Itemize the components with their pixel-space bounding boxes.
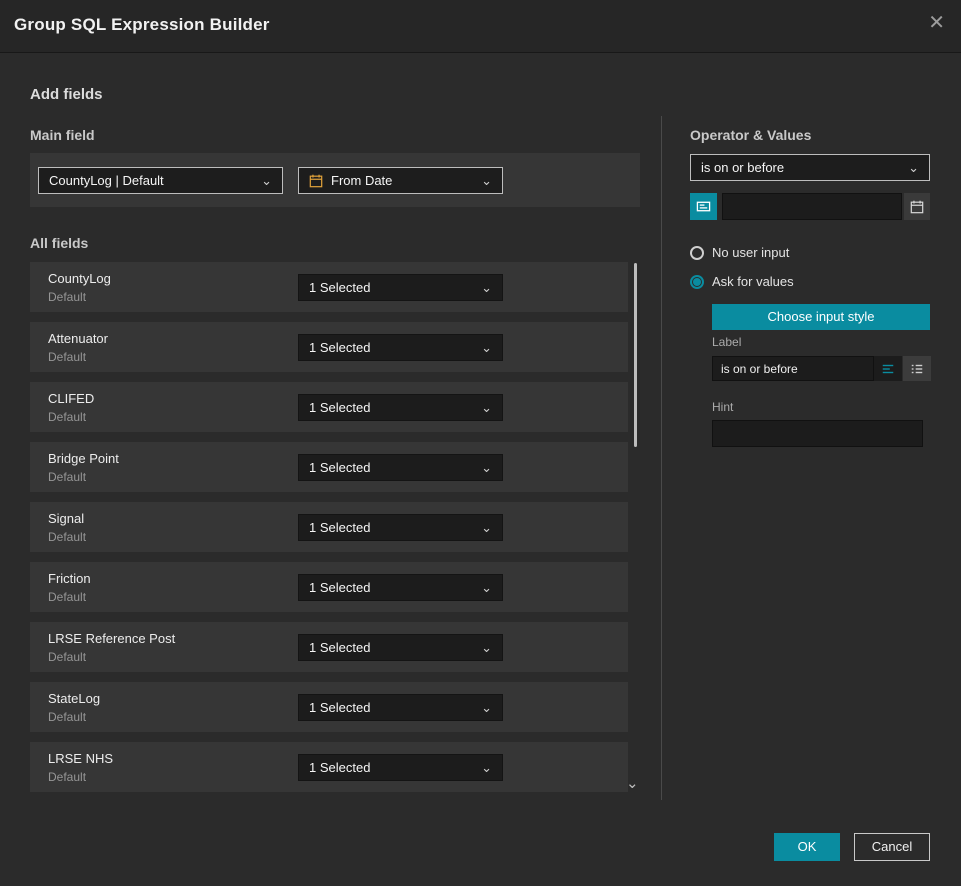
main-layer-dropdown[interactable]: CountyLog | Default ⌄ — [38, 167, 283, 194]
main-field-dropdown[interactable]: From Date ⌄ — [298, 167, 503, 194]
field-selection-dropdown[interactable]: 1 Selected ⌄ — [298, 274, 503, 301]
chevron-down-icon: ⌄ — [473, 341, 492, 354]
radio-checked-icon — [690, 275, 704, 289]
chevron-down-icon: ⌄ — [900, 161, 919, 174]
main-field-panel: CountyLog | Default ⌄ From Date ⌄ — [30, 153, 640, 207]
radio-ask-for-values-label: Ask for values — [712, 274, 794, 289]
field-row: Signal Default 1 Selected ⌄ — [30, 502, 628, 552]
chevron-down-icon: ⌄ — [473, 521, 492, 534]
field-name: Bridge Point — [48, 451, 119, 466]
main-field-dropdown-value: From Date — [331, 173, 392, 188]
field-selection-value: 1 Selected — [309, 340, 370, 355]
field-selection-value: 1 Selected — [309, 700, 370, 715]
align-lines-icon — [881, 362, 895, 376]
calendar-icon — [910, 200, 924, 214]
field-row: StateLog Default 1 Selected ⌄ — [30, 682, 628, 732]
field-sublabel: Default — [48, 350, 86, 364]
hint-input[interactable] — [712, 420, 923, 447]
field-selection-dropdown[interactable]: 1 Selected ⌄ — [298, 694, 503, 721]
calendar-icon — [309, 174, 323, 188]
input-field-icon — [696, 199, 711, 214]
field-sublabel: Default — [48, 710, 86, 724]
field-name: Attenuator — [48, 331, 108, 346]
choose-input-style-button[interactable]: Choose input style — [712, 304, 930, 330]
radio-ask-for-values[interactable]: Ask for values — [690, 274, 794, 289]
field-sublabel: Default — [48, 530, 86, 544]
add-fields-heading: Add fields — [30, 86, 103, 103]
hint-caption: Hint — [712, 400, 733, 414]
field-selection-value: 1 Selected — [309, 400, 370, 415]
field-selection-value: 1 Selected — [309, 760, 370, 775]
input-style-list-button[interactable] — [903, 356, 931, 381]
operator-dropdown-value: is on or before — [701, 160, 784, 175]
all-fields-list: CountyLog Default 1 Selected ⌄ Attenuato… — [30, 262, 628, 802]
field-selection-value: 1 Selected — [309, 640, 370, 655]
field-row: Bridge Point Default 1 Selected ⌄ — [30, 442, 628, 492]
field-selection-value: 1 Selected — [309, 280, 370, 295]
field-name: Signal — [48, 511, 84, 526]
field-row: LRSE NHS Default 1 Selected ⌄ — [30, 742, 628, 792]
vertical-divider — [661, 116, 662, 800]
field-selection-value: 1 Selected — [309, 580, 370, 595]
chevron-down-icon: ⌄ — [253, 174, 272, 187]
label-caption: Label — [712, 335, 741, 349]
field-row: LRSE Reference Post Default 1 Selected ⌄ — [30, 622, 628, 672]
field-selection-dropdown[interactable]: 1 Selected ⌄ — [298, 454, 503, 481]
all-fields-heading: All fields — [30, 235, 88, 251]
main-layer-dropdown-value: CountyLog | Default — [49, 173, 164, 188]
scroll-down-icon[interactable]: ⌄ — [626, 776, 639, 791]
field-selection-dropdown[interactable]: 1 Selected ⌄ — [298, 514, 503, 541]
field-sublabel: Default — [48, 470, 86, 484]
chevron-down-icon: ⌄ — [473, 401, 492, 414]
chevron-down-icon: ⌄ — [473, 701, 492, 714]
field-sublabel: Default — [48, 770, 86, 784]
chevron-down-icon: ⌄ — [473, 174, 492, 187]
operator-dropdown[interactable]: is on or before ⌄ — [690, 154, 930, 181]
chevron-down-icon: ⌄ — [473, 641, 492, 654]
field-selection-dropdown[interactable]: 1 Selected ⌄ — [298, 634, 503, 661]
field-sublabel: Default — [48, 410, 86, 424]
operator-values-heading: Operator & Values — [690, 127, 811, 143]
field-name: LRSE Reference Post — [48, 631, 175, 646]
cancel-button[interactable]: Cancel — [854, 833, 930, 861]
radio-no-user-input-label: No user input — [712, 245, 789, 260]
field-name: StateLog — [48, 691, 100, 706]
field-row: Attenuator Default 1 Selected ⌄ — [30, 322, 628, 372]
chevron-down-icon: ⌄ — [473, 581, 492, 594]
radio-unchecked-icon — [690, 246, 704, 260]
field-row: Friction Default 1 Selected ⌄ — [30, 562, 628, 612]
dialog-title: Group SQL Expression Builder — [14, 15, 270, 35]
value-type-button[interactable] — [690, 193, 717, 220]
chevron-down-icon: ⌄ — [473, 281, 492, 294]
field-selection-value: 1 Selected — [309, 460, 370, 475]
field-sublabel: Default — [48, 290, 86, 304]
bullet-list-icon — [910, 362, 924, 376]
field-row: CLIFED Default 1 Selected ⌄ — [30, 382, 628, 432]
chevron-down-icon: ⌄ — [473, 761, 492, 774]
field-name: LRSE NHS — [48, 751, 113, 766]
value-input[interactable] — [722, 193, 902, 220]
field-selection-dropdown[interactable]: 1 Selected ⌄ — [298, 394, 503, 421]
field-selection-value: 1 Selected — [309, 520, 370, 535]
input-style-single-button[interactable] — [874, 356, 902, 381]
field-name: CLIFED — [48, 391, 94, 406]
ok-button[interactable]: OK — [774, 833, 840, 861]
field-sublabel: Default — [48, 590, 86, 604]
close-icon[interactable]: ✕ — [928, 13, 945, 33]
label-input[interactable] — [712, 356, 874, 381]
field-row: CountyLog Default 1 Selected ⌄ — [30, 262, 628, 312]
field-name: Friction — [48, 571, 91, 586]
field-selection-dropdown[interactable]: 1 Selected ⌄ — [298, 754, 503, 781]
date-picker-button[interactable] — [904, 193, 930, 220]
field-selection-dropdown[interactable]: 1 Selected ⌄ — [298, 334, 503, 361]
main-field-heading: Main field — [30, 127, 95, 143]
chevron-down-icon: ⌄ — [473, 461, 492, 474]
list-scrollbar-thumb[interactable] — [634, 263, 637, 447]
field-name: CountyLog — [48, 271, 111, 286]
group-sql-expression-builder-dialog: Group SQL Expression Builder ✕ Add field… — [0, 0, 961, 886]
dialog-header: Group SQL Expression Builder ✕ — [0, 0, 961, 53]
radio-no-user-input[interactable]: No user input — [690, 245, 789, 260]
field-selection-dropdown[interactable]: 1 Selected ⌄ — [298, 574, 503, 601]
field-sublabel: Default — [48, 650, 86, 664]
